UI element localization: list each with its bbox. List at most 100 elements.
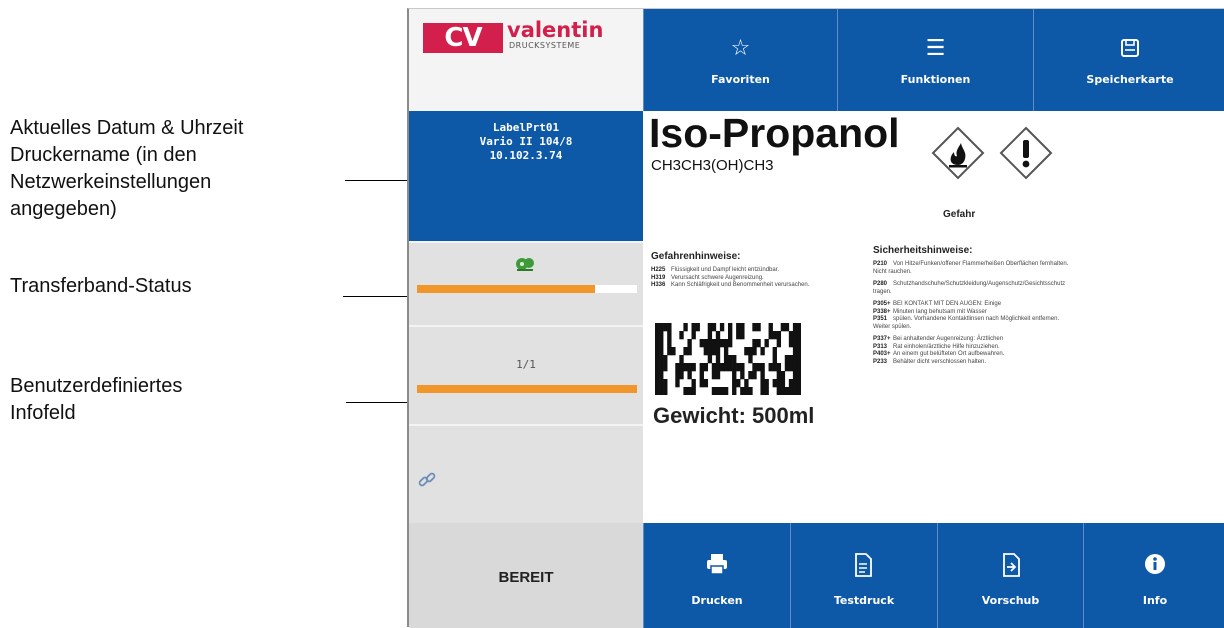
barcode-module xyxy=(728,363,733,372)
barcode-module xyxy=(772,355,777,364)
info-field-fill xyxy=(417,385,637,393)
info-button[interactable]: Info xyxy=(1083,523,1224,628)
barcode-module xyxy=(711,363,717,372)
memory-card-button[interactable]: Speicherkarte xyxy=(1033,9,1224,111)
barcode-module xyxy=(711,323,717,332)
barcode-module xyxy=(796,363,802,372)
barcode-module xyxy=(740,363,745,372)
barcode-module xyxy=(655,379,660,388)
barcode-module xyxy=(703,379,709,388)
printer-info-panel: LabelPrt01 Vario II 104/8 10.102.3.74 xyxy=(409,111,643,241)
barcode-module xyxy=(764,387,769,396)
barcode-module xyxy=(760,379,765,388)
barcode-module xyxy=(687,339,692,348)
barcode-module xyxy=(792,339,798,348)
barcode-module xyxy=(796,323,802,332)
barcode-module xyxy=(659,347,664,356)
barcode-module xyxy=(744,379,749,388)
hazard-text: Flüssigkeit und Dampf leicht entzündbar. xyxy=(671,267,780,273)
barcode-module xyxy=(776,363,782,372)
barcode-module xyxy=(703,347,709,356)
barcode-module xyxy=(679,371,684,380)
functions-button[interactable]: ☰ Funktionen xyxy=(837,9,1033,111)
feed-button[interactable]: Vorschub xyxy=(937,523,1083,628)
barcode-module xyxy=(659,339,664,348)
hazard-statement: H336 Kann Schläfrigkeit und Benommenheit … xyxy=(651,282,856,290)
barcode-module xyxy=(748,387,753,396)
barcode-module xyxy=(776,371,782,380)
barcode-module xyxy=(740,323,745,332)
barcode-module xyxy=(715,371,721,380)
barcode-module xyxy=(663,323,668,332)
annotation-line: Aktuelles Datum & Uhrzeit xyxy=(10,117,244,139)
status-column: 1/1 xyxy=(409,241,643,523)
barcode-module xyxy=(715,347,721,356)
info-field-bar xyxy=(417,385,637,393)
barcode-module xyxy=(756,363,761,372)
barcode-module xyxy=(732,387,737,396)
barcode-module xyxy=(772,347,777,356)
safety-statement: P305+ BEI KONTAKT MIT DEN AUGEN: Einige xyxy=(873,301,1073,309)
memory-card-icon xyxy=(1034,37,1224,65)
barcode-module xyxy=(655,323,660,332)
barcode-module xyxy=(691,323,696,332)
barcode-module xyxy=(659,323,664,332)
safety-statement: P210 Von Hitze/Funken/offener Flamme/heiß… xyxy=(873,261,1073,276)
barcode-module xyxy=(671,347,676,356)
signal-word: Gefahr xyxy=(943,209,976,220)
label-title: Iso-Propanol xyxy=(649,110,900,156)
barcode-module xyxy=(715,331,721,340)
favorites-button[interactable]: ☆ Favoriten xyxy=(643,9,837,111)
barcode-module xyxy=(788,379,794,388)
test-print-button[interactable]: Testdruck xyxy=(790,523,937,628)
barcode-module xyxy=(764,379,769,388)
barcode-module xyxy=(776,331,782,340)
barcode-module xyxy=(796,339,802,348)
hazard-statement: H225 Flüssigkeit und Dampf leicht entzünd… xyxy=(651,267,856,275)
safety-code: P210 xyxy=(873,261,888,267)
link-icon[interactable] xyxy=(418,471,436,489)
barcode-module xyxy=(667,347,672,356)
barcode-module xyxy=(691,331,696,340)
barcode-module xyxy=(707,347,713,356)
logo-name: valentin xyxy=(507,18,604,42)
barcode-module xyxy=(752,363,757,372)
barcode-module xyxy=(736,323,741,332)
barcode-module xyxy=(667,339,672,348)
info-icon xyxy=(1084,553,1224,581)
safety-code: P305+ xyxy=(873,301,891,307)
barcode-module xyxy=(764,339,769,348)
barcode-module xyxy=(711,347,717,356)
barcode-module xyxy=(711,387,717,396)
barcode-module xyxy=(707,323,713,332)
barcode-module xyxy=(703,339,709,348)
logo-subtitle: DRUCKSYSTEME xyxy=(509,41,581,50)
annotation-line: Infofeld xyxy=(10,402,76,424)
barcode-module xyxy=(772,379,777,388)
barcode-module xyxy=(691,387,696,396)
annotation-line: Transferband-Status xyxy=(10,275,192,297)
annotation-printer-info: Aktuelles Datum & Uhrzeit Druckername (i… xyxy=(10,115,243,223)
barcode-module xyxy=(752,339,757,348)
barcode-module xyxy=(655,387,660,396)
barcode-module xyxy=(703,363,709,372)
test-print-label: Testdruck xyxy=(833,594,895,607)
hazard-statements: H225 Flüssigkeit und Dampf leicht entzünd… xyxy=(651,267,856,290)
print-button[interactable]: Drucken xyxy=(643,523,790,628)
hazard-statement: H319 Verursacht schwere Augenreizung. xyxy=(651,275,856,283)
barcode-module xyxy=(788,331,794,340)
barcode-module xyxy=(699,339,704,348)
divider xyxy=(409,325,643,327)
functions-label: Funktionen xyxy=(900,73,971,86)
info-label: Info xyxy=(1142,594,1168,607)
hazard-code: H225 xyxy=(651,267,666,273)
barcode-module xyxy=(752,323,757,332)
barcode-module xyxy=(788,363,794,372)
safety-statement: P233 Behälter dicht verschlossen halten. xyxy=(873,359,1073,367)
barcode-module xyxy=(715,339,721,348)
safety-text: Von Hitze/Funken/offener Flamme/heißen O… xyxy=(873,261,1069,275)
barcode-module xyxy=(683,363,688,372)
barcode-module xyxy=(768,323,773,332)
annotation-ribbon-status: Transferband-Status xyxy=(10,273,192,300)
barcode-module xyxy=(687,347,692,356)
